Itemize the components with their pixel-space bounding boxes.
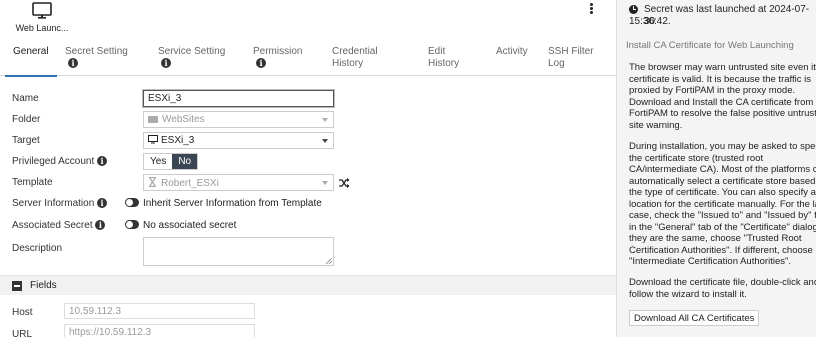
tab-service-setting-label: Service Setting [158,46,226,57]
url-label: URL [12,329,33,337]
template-row: Template Robert_ESXi [12,174,612,192]
clock-icon [629,5,638,14]
info-icon: i [97,198,108,208]
folder-icon [148,116,158,123]
template-select[interactable]: Robert_ESXi [143,174,334,191]
folder-label: Folder [12,114,41,125]
tab-activity[interactable]: Activity [496,46,528,58]
ca-cert-title: Install CA Certificate for Web Launching [626,40,794,51]
monitor-icon [32,2,52,19]
template-label: Template [12,177,53,188]
folder-select[interactable]: WebSites [143,111,334,128]
associated-secret-row: Associated Secret i No associated secret [12,217,612,235]
download-ca-certificates-button[interactable]: Download All CA Certificates [629,310,760,326]
hourglass-icon [149,176,156,188]
server-info-label: Server Information i [12,198,108,209]
side-panel: Secret was last launched at 2024-07-30 1… [616,0,816,337]
info-icon: i [97,156,108,166]
description-row: Description [12,237,612,270]
last-launched-time: 15:36:42. [629,16,671,27]
fields-section-title: Fields [30,280,57,291]
ca-cert-paragraph-1: The browser may warn untrusted site even… [629,62,816,131]
privileged-no-button[interactable]: No [172,154,198,169]
server-info-text: Inherit Server Information from Template [143,198,322,209]
tab-activity-label: Activity [496,46,528,57]
tab-permission[interactable]: Permission i [253,46,313,70]
shuffle-icon[interactable] [339,178,350,188]
template-value: Robert_ESXi [161,178,219,189]
host-label: Host [12,307,33,318]
folder-row: Folder WebSites [12,111,612,129]
server-info-label-text: Server Information [12,198,95,209]
associated-secret-text: No associated secret [143,220,237,231]
tab-permission-label: Permission [253,46,303,57]
monitor-icon [148,135,158,144]
description-textarea[interactable] [143,237,334,266]
main-pane: Web Launc... General Secret Setting i Ser… [0,0,616,337]
target-select[interactable]: ESXi_3 [143,132,334,149]
server-info-toggle[interactable] [125,198,139,207]
ca-cert-paragraph-2: During installation, you may be asked to… [629,141,816,267]
tab-edit-history-label: Edit History [428,46,460,69]
description-label: Description [12,243,63,254]
target-value: ESXi_3 [161,135,195,146]
name-row: Name ESXi_3 [12,90,612,108]
kebab-menu-icon[interactable] [586,2,596,16]
tab-secret-setting-label: Secret Setting [65,46,128,57]
tab-general-label: General [13,46,49,57]
host-input[interactable]: 10.59.112.3 [64,303,255,319]
tab-ssh-filter-log[interactable]: SSH Filter Log [548,46,598,70]
tab-service-setting[interactable]: Service Setting i [158,46,243,70]
chevron-down-icon [322,181,328,185]
tab-general[interactable]: General [5,46,57,77]
privileged-label-text: Privileged Account [12,156,95,167]
target-row: Target ESXi_3 [12,132,612,150]
fields-section-header[interactable]: Fields [0,275,616,295]
server-info-row: Server Information i Inherit Server Info… [12,195,612,213]
collapse-icon[interactable] [12,281,22,291]
web-launch-button[interactable]: Web Launc... [14,2,70,33]
name-label: Name [12,93,39,104]
tab-credential-history-label: Credential History [332,46,378,69]
chevron-down-icon [322,139,328,143]
tab-secret-setting[interactable]: Secret Setting i [65,46,145,70]
associated-secret-label: Associated Secret i [12,220,106,231]
tab-ssh-filter-log-label: SSH Filter Log [548,46,594,69]
tab-edit-history[interactable]: Edit History [428,46,468,70]
name-input[interactable]: ESXi_3 [143,90,334,107]
privileged-row: Privileged Account i Yes No [12,153,612,171]
associated-secret-toggle[interactable] [125,220,139,229]
target-label: Target [12,135,40,146]
privileged-yes-button[interactable]: Yes [144,154,172,169]
tab-bar: General Secret Setting i Service Setting i… [0,44,616,77]
privileged-label: Privileged Account i [12,156,108,167]
ca-cert-paragraph-3: Download the certificate file, double-cl… [629,277,816,300]
resize-handle-icon[interactable] [326,258,332,264]
associated-secret-label-text: Associated Secret [12,220,93,231]
info-icon: i [95,220,106,230]
url-input[interactable]: https://10.59.112.3 [64,324,255,337]
web-launch-label: Web Launc... [15,23,69,33]
chevron-down-icon [322,118,328,122]
info-icon: i [68,58,78,68]
privileged-toggle: Yes No [143,153,199,170]
info-icon: i [256,58,266,68]
tab-credential-history[interactable]: Credential History [332,46,392,70]
folder-value: WebSites [162,114,205,125]
info-icon: i [161,58,171,68]
